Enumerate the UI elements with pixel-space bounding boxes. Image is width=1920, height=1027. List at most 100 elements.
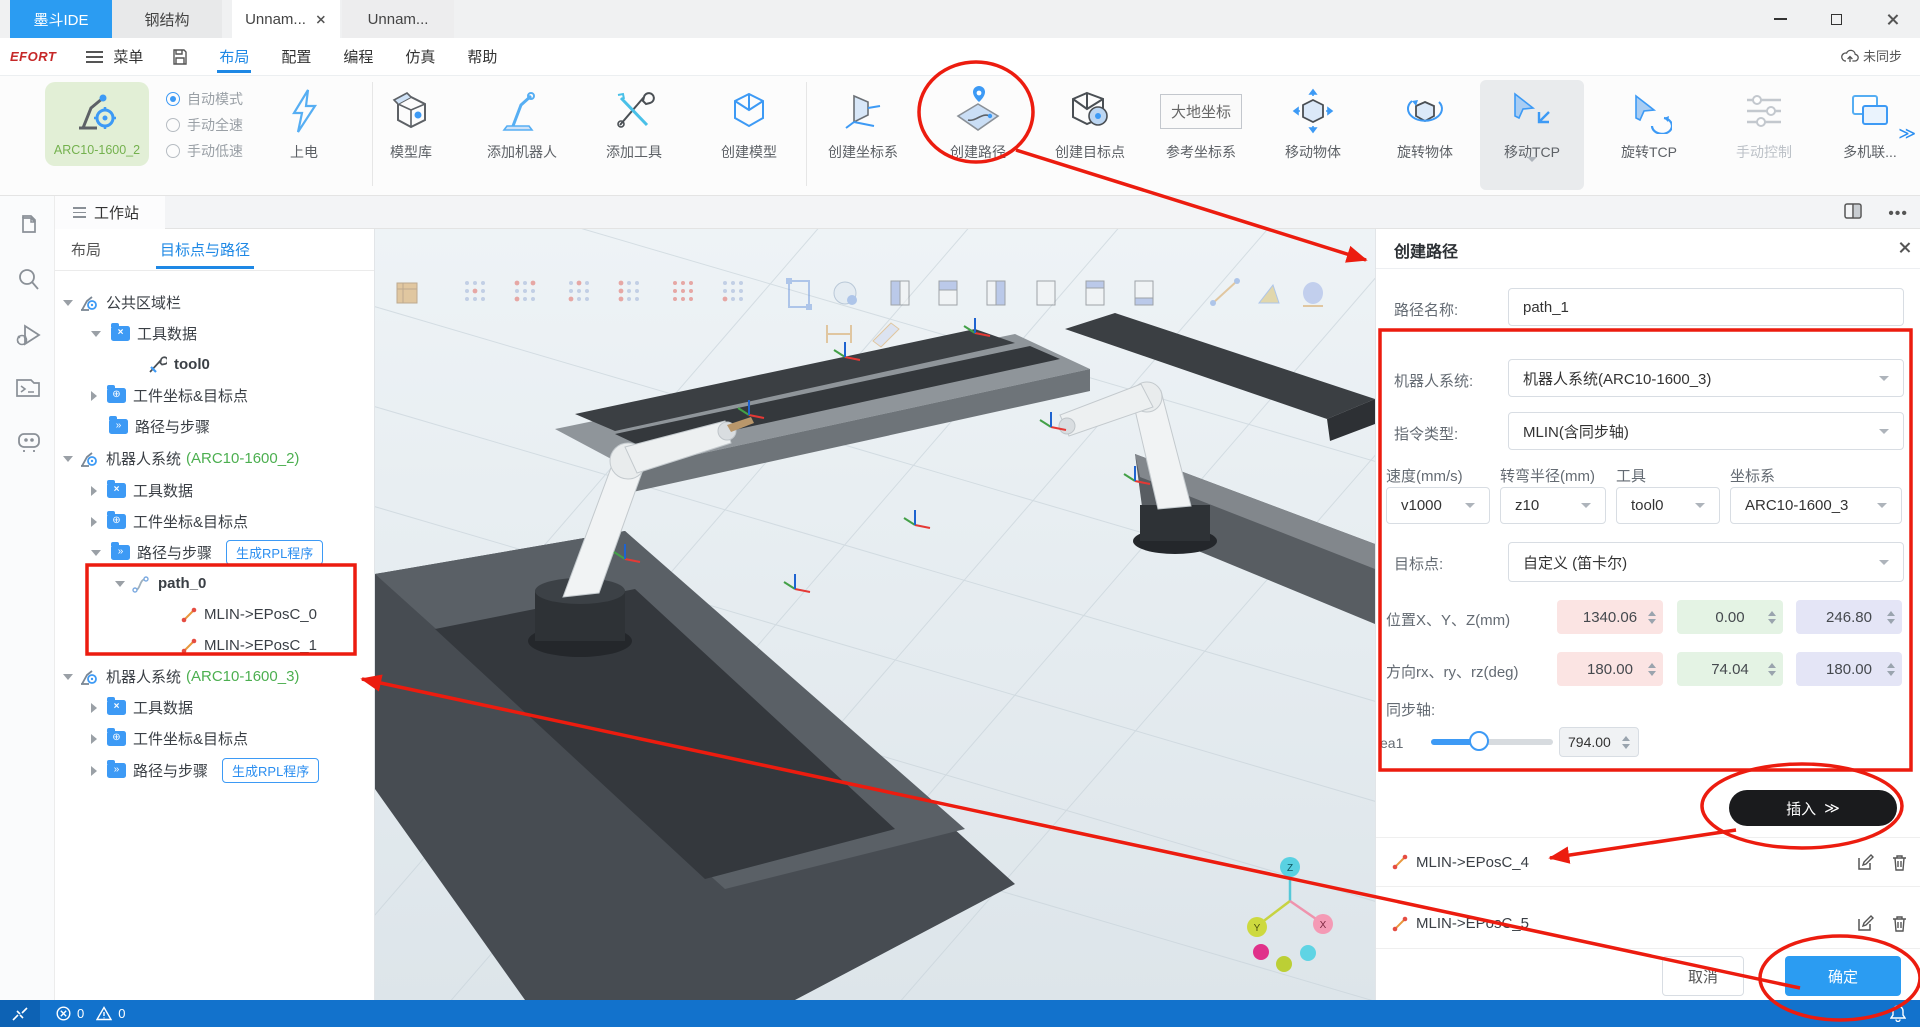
- delete-icon[interactable]: [1892, 854, 1907, 871]
- notifications-bell-icon[interactable]: [1890, 1004, 1906, 1027]
- tree-item-mlin-1[interactable]: MLIN->EPosC_1: [55, 630, 375, 661]
- power-on-button[interactable]: 上电: [252, 80, 356, 190]
- radio-manual-full-speed[interactable]: 手动全速: [166, 112, 243, 138]
- speed-select[interactable]: v1000: [1386, 487, 1490, 524]
- expander-icon[interactable]: [91, 550, 101, 556]
- add-tool-button[interactable]: 添加工具: [582, 80, 686, 190]
- menu-item-help[interactable]: 帮助: [465, 40, 499, 73]
- maximize-button[interactable]: [1808, 0, 1864, 38]
- tool-select[interactable]: tool0: [1616, 487, 1720, 524]
- slider-handle[interactable]: [1469, 731, 1489, 751]
- tree-item-tool-data-3[interactable]: 工具数据: [55, 692, 375, 723]
- spinner-arrows[interactable]: [1648, 663, 1656, 676]
- create-target-button[interactable]: 创建目标点: [1038, 80, 1142, 190]
- save-icon[interactable]: [171, 48, 189, 66]
- step-row-eposc4[interactable]: MLIN->EPosC_4: [1376, 837, 1920, 887]
- expander-icon[interactable]: [91, 703, 97, 713]
- tree-item-paths-steps-3[interactable]: 路径与步骤 生成RPL程序: [55, 755, 375, 786]
- spinner-arrows[interactable]: [1768, 611, 1776, 624]
- cancel-button[interactable]: 取消: [1662, 956, 1744, 996]
- menu-item-config[interactable]: 配置: [279, 40, 313, 73]
- radio-manual-low-speed[interactable]: 手动低速: [166, 138, 243, 164]
- tree-item-tool0[interactable]: tool0: [55, 349, 375, 380]
- app-tab-modou-ide[interactable]: 墨斗IDE: [10, 0, 112, 38]
- expander-icon[interactable]: [91, 766, 97, 776]
- robot-system-select[interactable]: 机器人系统(ARC10-1600_3): [1508, 359, 1904, 397]
- spinner-arrows[interactable]: [1887, 611, 1895, 624]
- model-library-button[interactable]: 模型库: [359, 80, 463, 190]
- rotate-object-button[interactable]: 旋转物体: [1373, 80, 1477, 190]
- files-icon[interactable]: [15, 212, 41, 243]
- sync-status[interactable]: 未同步: [1841, 46, 1902, 65]
- connection-status-button[interactable]: [0, 1000, 40, 1027]
- create-path-button[interactable]: 创建路径: [926, 80, 1030, 190]
- menu-item-layout[interactable]: 布局: [217, 40, 251, 73]
- blend-radius-select[interactable]: z10: [1500, 487, 1606, 524]
- doc-tab-unnamed-2[interactable]: Unnam...: [342, 0, 454, 38]
- viewport-3d[interactable]: Z Y X: [375, 229, 1375, 1000]
- spinner-arrows[interactable]: [1768, 663, 1776, 676]
- menu-item-programming[interactable]: 编程: [341, 40, 375, 73]
- instruction-type-select[interactable]: MLIN(含同步轴): [1508, 412, 1904, 450]
- menu-item-menu[interactable]: 菜单: [111, 40, 145, 73]
- tree-item-tool-data-2[interactable]: 工具数据: [55, 475, 375, 506]
- terminal-icon[interactable]: [15, 376, 41, 405]
- hamburger-icon[interactable]: [86, 48, 103, 66]
- tree-item-workpiece-targets[interactable]: 工件坐标&目标点: [55, 380, 375, 411]
- step-row-eposc5[interactable]: MLIN->EPosC_5: [1376, 899, 1920, 949]
- create-frame-button[interactable]: 创建坐标系: [811, 80, 915, 190]
- robot-assistant-icon[interactable]: [15, 428, 43, 459]
- tree-item-mlin-0[interactable]: MLIN->EPosC_0: [55, 599, 375, 630]
- tab-layout[interactable]: 布局: [71, 239, 101, 260]
- rotate-tcp-button[interactable]: 旋转TCP: [1597, 80, 1701, 190]
- debug-run-icon[interactable]: [15, 322, 43, 353]
- more-options-icon[interactable]: •••: [1888, 205, 1908, 223]
- spinner-arrows[interactable]: [1887, 663, 1895, 676]
- expander-icon[interactable]: [91, 486, 97, 496]
- expander-icon[interactable]: [63, 456, 73, 462]
- expander-icon[interactable]: [91, 391, 97, 401]
- tree-item-robot-system-2[interactable]: 机器人系统(ARC10-1600_2): [55, 443, 375, 474]
- orientation-rx-spinbox[interactable]: 180.00: [1557, 652, 1663, 686]
- world-frame-badge[interactable]: 大地坐标: [1160, 94, 1242, 129]
- error-icon[interactable]: [56, 1006, 71, 1021]
- frame-select[interactable]: ARC10-1600_3: [1730, 487, 1902, 524]
- spinner-arrows[interactable]: [1622, 736, 1630, 749]
- edit-icon[interactable]: [1857, 854, 1874, 871]
- insert-button[interactable]: 插入≫: [1729, 790, 1897, 826]
- search-icon[interactable]: [15, 266, 41, 297]
- spinner-arrows[interactable]: [1648, 611, 1656, 624]
- move-object-button[interactable]: 移动物体: [1261, 80, 1365, 190]
- target-point-select[interactable]: 自定义 (笛卡尔): [1508, 542, 1904, 582]
- position-z-spinbox[interactable]: 246.80: [1796, 600, 1902, 634]
- close-tab-icon[interactable]: [316, 14, 326, 24]
- reference-frame-button[interactable]: 大地坐标 参考坐标系: [1149, 80, 1253, 190]
- tree-item-paths-steps-2[interactable]: 路径与步骤 生成RPL程序: [55, 537, 375, 568]
- close-button[interactable]: [1864, 0, 1920, 38]
- ribbon-overflow-chevron[interactable]: ≫: [1898, 124, 1916, 144]
- warning-icon[interactable]: [96, 1006, 112, 1021]
- confirm-button[interactable]: 确定: [1785, 956, 1901, 996]
- position-y-spinbox[interactable]: 0.00: [1677, 600, 1783, 634]
- sync-axis-slider[interactable]: [1431, 739, 1553, 745]
- tree-item-tool-data[interactable]: 工具数据: [55, 318, 375, 349]
- workstation-tab[interactable]: 工作站: [55, 196, 165, 229]
- generate-rpl-button[interactable]: 生成RPL程序: [222, 758, 319, 783]
- expander-icon[interactable]: [63, 674, 73, 680]
- tree-item-robot-system-3[interactable]: 机器人系统(ARC10-1600_3): [55, 661, 375, 692]
- expander-icon[interactable]: [91, 517, 97, 527]
- split-view-icon[interactable]: [1844, 203, 1862, 224]
- orientation-rz-spinbox[interactable]: 180.00: [1796, 652, 1902, 686]
- create-model-button[interactable]: 创建模型: [697, 80, 801, 190]
- generate-rpl-button[interactable]: 生成RPL程序: [226, 540, 323, 565]
- tree-item-common-area[interactable]: 公共区域栏: [55, 287, 375, 318]
- tab-targets-and-paths[interactable]: 目标点与路径: [160, 239, 250, 260]
- sync-axis-value-box[interactable]: 794.00: [1559, 727, 1639, 757]
- tree-item-path0[interactable]: path_0: [55, 568, 375, 599]
- minimize-button[interactable]: [1752, 0, 1808, 38]
- tree-item-workpiece-targets-2[interactable]: 工件坐标&目标点: [55, 506, 375, 537]
- add-robot-button[interactable]: 添加机器人: [470, 80, 574, 190]
- delete-icon[interactable]: [1892, 915, 1907, 932]
- orientation-ry-spinbox[interactable]: 74.04: [1677, 652, 1783, 686]
- tree-item-paths-steps[interactable]: 路径与步骤: [55, 411, 375, 442]
